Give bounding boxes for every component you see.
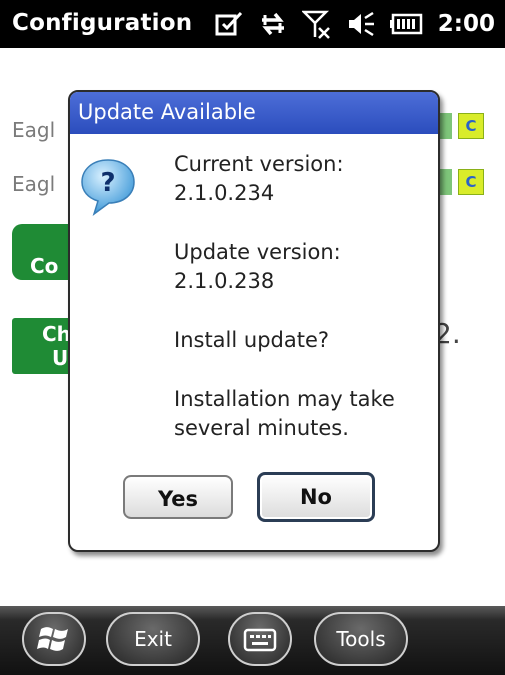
data-sync-arrows-icon[interactable]	[258, 9, 288, 39]
exit-button[interactable]: Exit	[106, 612, 200, 666]
status-icons: 2:00	[214, 9, 495, 39]
current-version-label: Current version:	[174, 152, 344, 176]
battery-icon[interactable]	[389, 9, 424, 39]
dialog-title: Update Available	[70, 92, 438, 134]
background-green-small-line1: Ch	[42, 322, 71, 346]
windows-start-button[interactable]	[22, 612, 86, 666]
question-icon: ?	[80, 156, 136, 220]
background-green-button-label: Co	[30, 254, 59, 278]
keyboard-button[interactable]	[228, 612, 292, 666]
current-version-value: 2.1.0.234	[174, 181, 275, 205]
no-button[interactable]: No	[257, 472, 375, 522]
tools-button[interactable]: Tools	[314, 612, 408, 666]
update-dialog: Update Available ? Current version: 2.1.…	[68, 90, 440, 552]
svg-text:?: ?	[100, 168, 115, 198]
bottom-taskbar: Exit Tools	[0, 606, 505, 675]
background-row2-label: Eagl	[12, 172, 56, 196]
install-question: Install update?	[174, 328, 330, 352]
keyboard-icon	[243, 623, 277, 673]
yes-button[interactable]: Yes	[123, 475, 233, 519]
background-c-icon-1[interactable]: C	[458, 113, 484, 139]
status-bar: Configuration 2:00	[0, 0, 505, 48]
background-row1-label: Eagl	[12, 118, 56, 142]
volume-mute-icon[interactable]	[346, 9, 376, 39]
background-green-small-line2: U	[52, 346, 69, 370]
install-note-line1: Installation may take	[174, 387, 395, 411]
app-title: Configuration	[12, 10, 193, 36]
install-note-line2: several minutes.	[174, 416, 349, 440]
edit-checkbox-icon[interactable]	[214, 9, 244, 39]
update-version-label: Update version:	[174, 240, 341, 264]
clock-time[interactable]: 2:00	[438, 11, 495, 37]
no-signal-icon[interactable]	[300, 9, 332, 39]
update-version-value: 2.1.0.238	[174, 269, 275, 293]
background-c-icon-2[interactable]: C	[458, 169, 484, 195]
windows-start-icon	[37, 622, 71, 674]
